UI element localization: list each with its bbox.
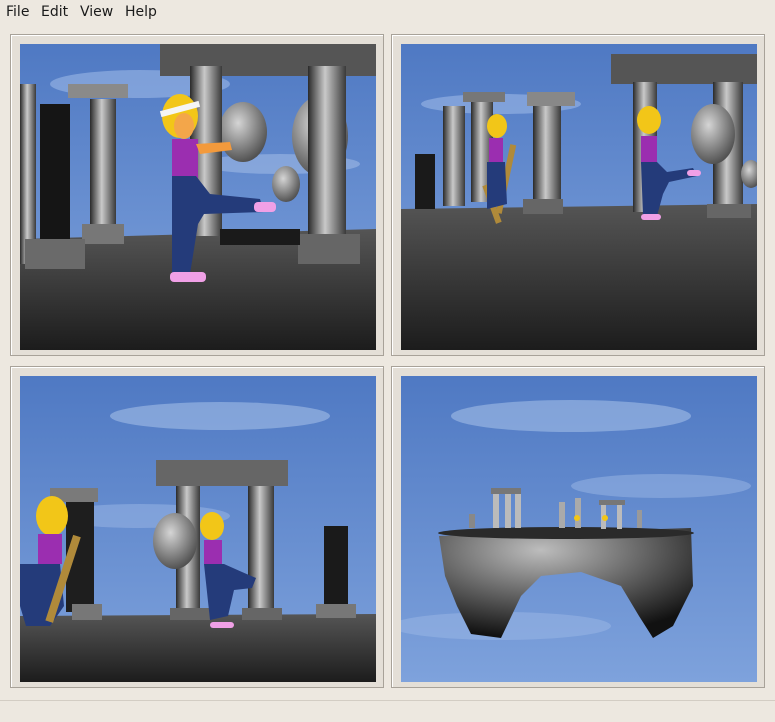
menu-view[interactable]: View [78, 4, 115, 22]
scene-view[interactable] [20, 376, 376, 682]
scene-view[interactable] [401, 44, 757, 350]
viewport-bottom-right[interactable] [391, 366, 765, 688]
menu-edit[interactable]: Edit [39, 4, 70, 22]
menu-bar: File Edit View Help [0, 0, 775, 24]
menu-file[interactable]: File [4, 4, 31, 22]
viewport-top-right[interactable] [391, 34, 765, 356]
viewport-bottom-left[interactable] [10, 366, 384, 688]
viewport-top-left[interactable] [10, 34, 384, 356]
status-bar [0, 700, 775, 722]
menu-help[interactable]: Help [123, 4, 159, 22]
scene-view[interactable] [401, 376, 757, 682]
scene-view[interactable] [20, 44, 376, 350]
